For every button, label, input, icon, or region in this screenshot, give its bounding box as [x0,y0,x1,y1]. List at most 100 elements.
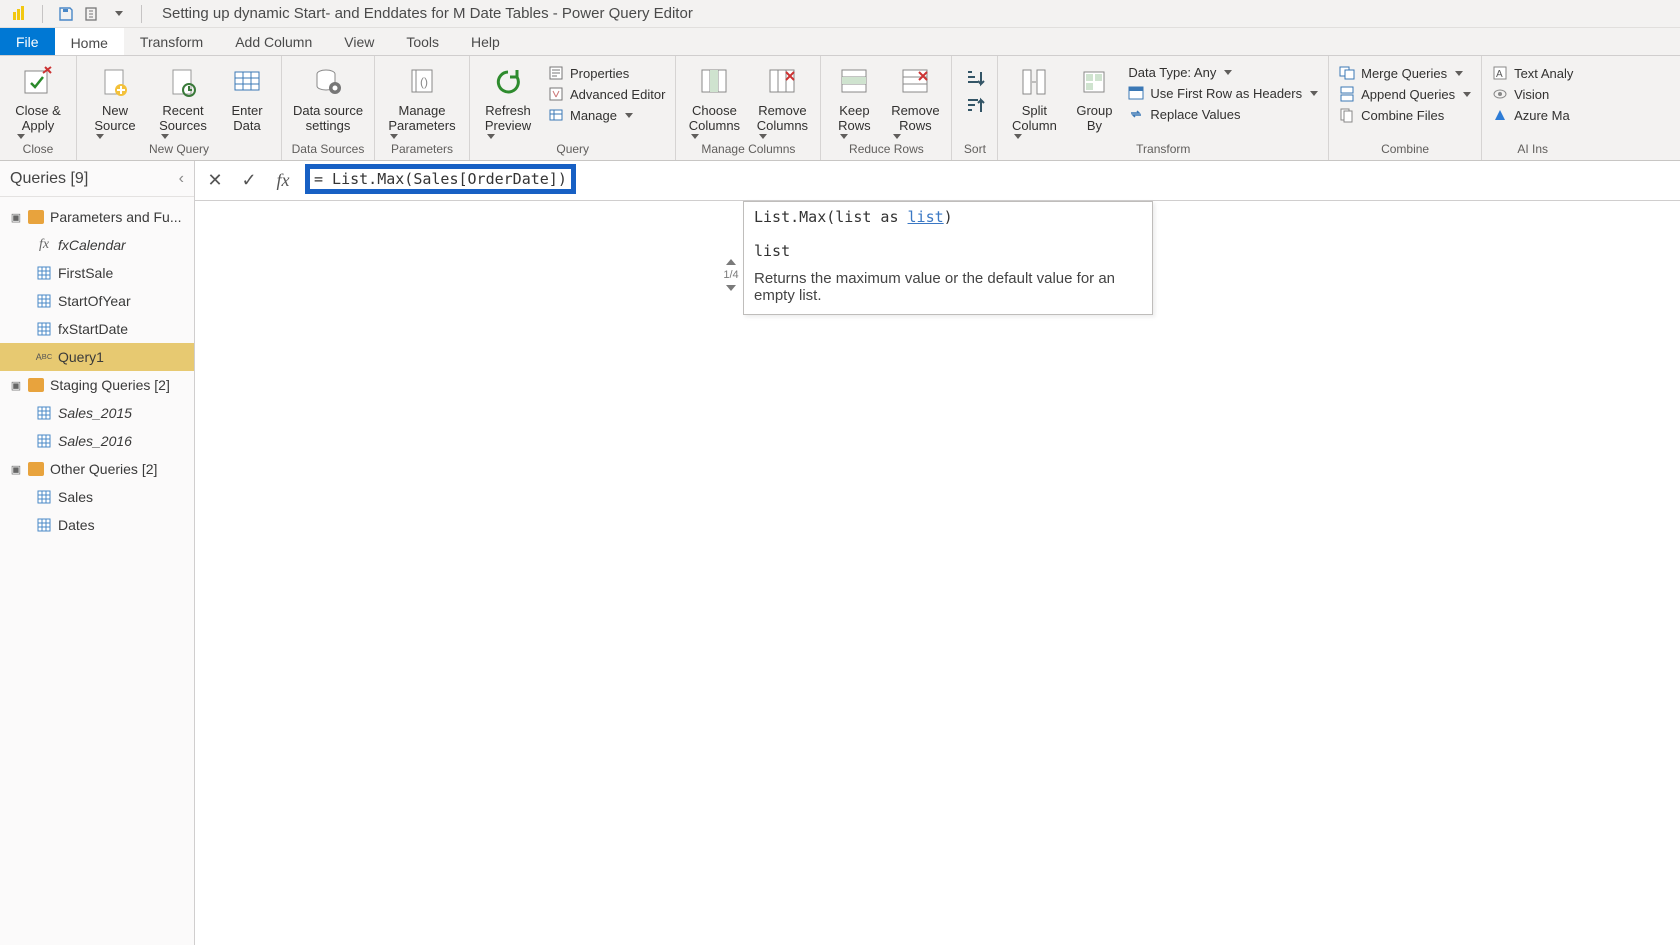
ribbon-group-label: Parameters [391,142,453,160]
queries-header: Queries [9] ‹ [0,161,194,197]
tab-tools[interactable]: Tools [390,28,455,55]
folder-staging-queries[interactable]: ▣ Staging Queries [2] [0,371,194,399]
recent-sources-icon [165,64,201,100]
folder-icon [28,210,44,224]
tab-file[interactable]: File [0,28,55,55]
ribbon-group-label: Transform [1136,142,1190,160]
tab-home[interactable]: Home [55,28,124,55]
tab-help[interactable]: Help [455,28,516,55]
table-icon [36,405,52,421]
ribbon-group-label: Data Sources [292,142,365,160]
query-item-startofyear[interactable]: StartOfYear [0,287,194,315]
ribbon: Close &Apply Close NewSource RecentSourc… [0,56,1680,161]
titlebar: Setting up dynamic Start- and Enddates f… [0,0,1680,28]
group-by-button[interactable]: GroupBy [1068,60,1120,134]
fx-icon[interactable]: fx [271,169,295,193]
enter-data-icon [229,64,265,100]
save-icon[interactable] [57,5,75,23]
query-item-sales[interactable]: Sales [0,483,194,511]
text-analytics-button[interactable]: A Text Analy [1488,64,1577,82]
vision-button[interactable]: Vision [1488,85,1577,103]
formula-highlight-box: = List.Max(Sales[OrderDate]) [305,164,576,194]
queries-tree: ▣ Parameters and Fu... fx fxCalendar Fir… [0,197,194,545]
query-item-fxstartdate[interactable]: fxStartDate [0,315,194,343]
tab-add-column[interactable]: Add Column [219,28,328,55]
folder-icon [28,378,44,392]
ribbon-group-label: Sort [964,142,986,160]
enter-data-button[interactable]: EnterData [219,60,275,134]
overload-next-icon[interactable] [726,285,736,291]
undo-icon[interactable] [83,5,101,23]
ribbon-group-label: Close [23,142,54,160]
table-icon [36,293,52,309]
tab-transform[interactable]: Transform [124,28,219,55]
data-source-settings-button[interactable]: Data sourcesettings [288,60,368,134]
commit-formula-button[interactable]: ✓ [237,169,261,193]
recent-sources-button[interactable]: RecentSources [151,60,215,139]
table-icon [36,489,52,505]
new-source-button[interactable]: NewSource [83,60,147,139]
close-apply-button[interactable]: Close &Apply [6,60,70,139]
menu-tabs: File Home Transform Add Column View Tool… [0,28,1680,56]
advanced-editor-button[interactable]: Advanced Editor [544,85,669,103]
split-column-button[interactable]: SplitColumn [1004,60,1064,139]
ribbon-group-ai-insights: A Text Analy Vision Azure Ma [1482,56,1583,160]
query-item-dates[interactable]: Dates [0,511,194,539]
query-item-firstsale[interactable]: FirstSale [0,259,194,287]
data-source-settings-icon [310,64,346,100]
query-item-sales-2016[interactable]: Sales_2016 [0,427,194,455]
overload-prev-icon[interactable] [726,259,736,265]
current-param: list [754,236,1142,270]
manage-parameters-button[interactable]: () ManageParameters [381,60,463,139]
first-row-headers-icon [1128,85,1144,101]
remove-columns-icon [764,64,800,100]
vision-icon [1492,86,1508,102]
ribbon-group-label: AI Ins [1517,142,1548,160]
remove-columns-button[interactable]: RemoveColumns [750,60,814,139]
qat-dropdown-icon[interactable] [109,5,127,23]
tab-view[interactable]: View [328,28,390,55]
formula-bar: ✕ ✓ fx = List.Max(Sales[OrderDate]) [195,161,1680,201]
collapse-pane-icon[interactable]: ‹ [179,170,184,188]
formula-input-wrap[interactable]: = List.Max(Sales[OrderDate]) [305,166,1672,196]
overload-count: 1/4 [723,269,738,281]
query-item-query1[interactable]: ABC Query1 [0,343,194,371]
close-apply-icon [20,64,56,100]
folder-other-queries[interactable]: ▣ Other Queries [2] [0,455,194,483]
choose-columns-button[interactable]: ChooseColumns [682,60,746,139]
refresh-icon [490,64,526,100]
azure-ml-button[interactable]: Azure Ma [1488,106,1577,124]
disclosure-icon[interactable]: ▣ [10,463,22,476]
data-type-button[interactable]: Data Type: Any [1124,64,1322,81]
table-icon [36,265,52,281]
formula-text[interactable]: = List.Max(Sales[OrderDate]) [314,170,567,188]
properties-icon [548,65,564,81]
combine-files-button[interactable]: Combine Files [1335,106,1475,124]
work-area: Queries [9] ‹ ▣ Parameters and Fu... fx … [0,161,1680,945]
query-item-fxcalendar[interactable]: fx fxCalendar [0,231,194,259]
first-row-headers-button[interactable]: Use First Row as Headers [1124,84,1322,102]
signature-description: Returns the maximum value or the default… [754,270,1142,304]
keep-rows-button[interactable]: KeepRows [827,60,881,139]
sort-asc-icon[interactable] [964,68,986,90]
replace-values-icon [1128,106,1144,122]
table-icon [36,433,52,449]
folder-parameters-functions[interactable]: ▣ Parameters and Fu... [0,203,194,231]
abc-icon: ABC [36,349,52,365]
query-item-sales-2015[interactable]: Sales_2015 [0,399,194,427]
refresh-preview-button[interactable]: RefreshPreview [476,60,540,139]
append-queries-button[interactable]: Append Queries [1335,85,1475,103]
remove-rows-button[interactable]: RemoveRows [885,60,945,139]
disclosure-icon[interactable]: ▣ [10,211,22,224]
disclosure-icon[interactable]: ▣ [10,379,22,392]
cancel-formula-button[interactable]: ✕ [203,169,227,193]
replace-values-button[interactable]: Replace Values [1124,105,1322,123]
ribbon-group-combine: Merge Queries Append Queries Combine Fil… [1329,56,1482,160]
properties-button[interactable]: Properties [544,64,669,82]
keep-rows-icon [836,64,872,100]
ribbon-group-new-query: NewSource RecentSources EnterData New Qu… [77,56,282,160]
merge-queries-button[interactable]: Merge Queries [1335,64,1475,82]
manage-button[interactable]: Manage [544,106,669,124]
ribbon-group-query: RefreshPreview Properties Advanced Edito… [470,56,676,160]
sort-desc-icon[interactable] [964,96,986,118]
